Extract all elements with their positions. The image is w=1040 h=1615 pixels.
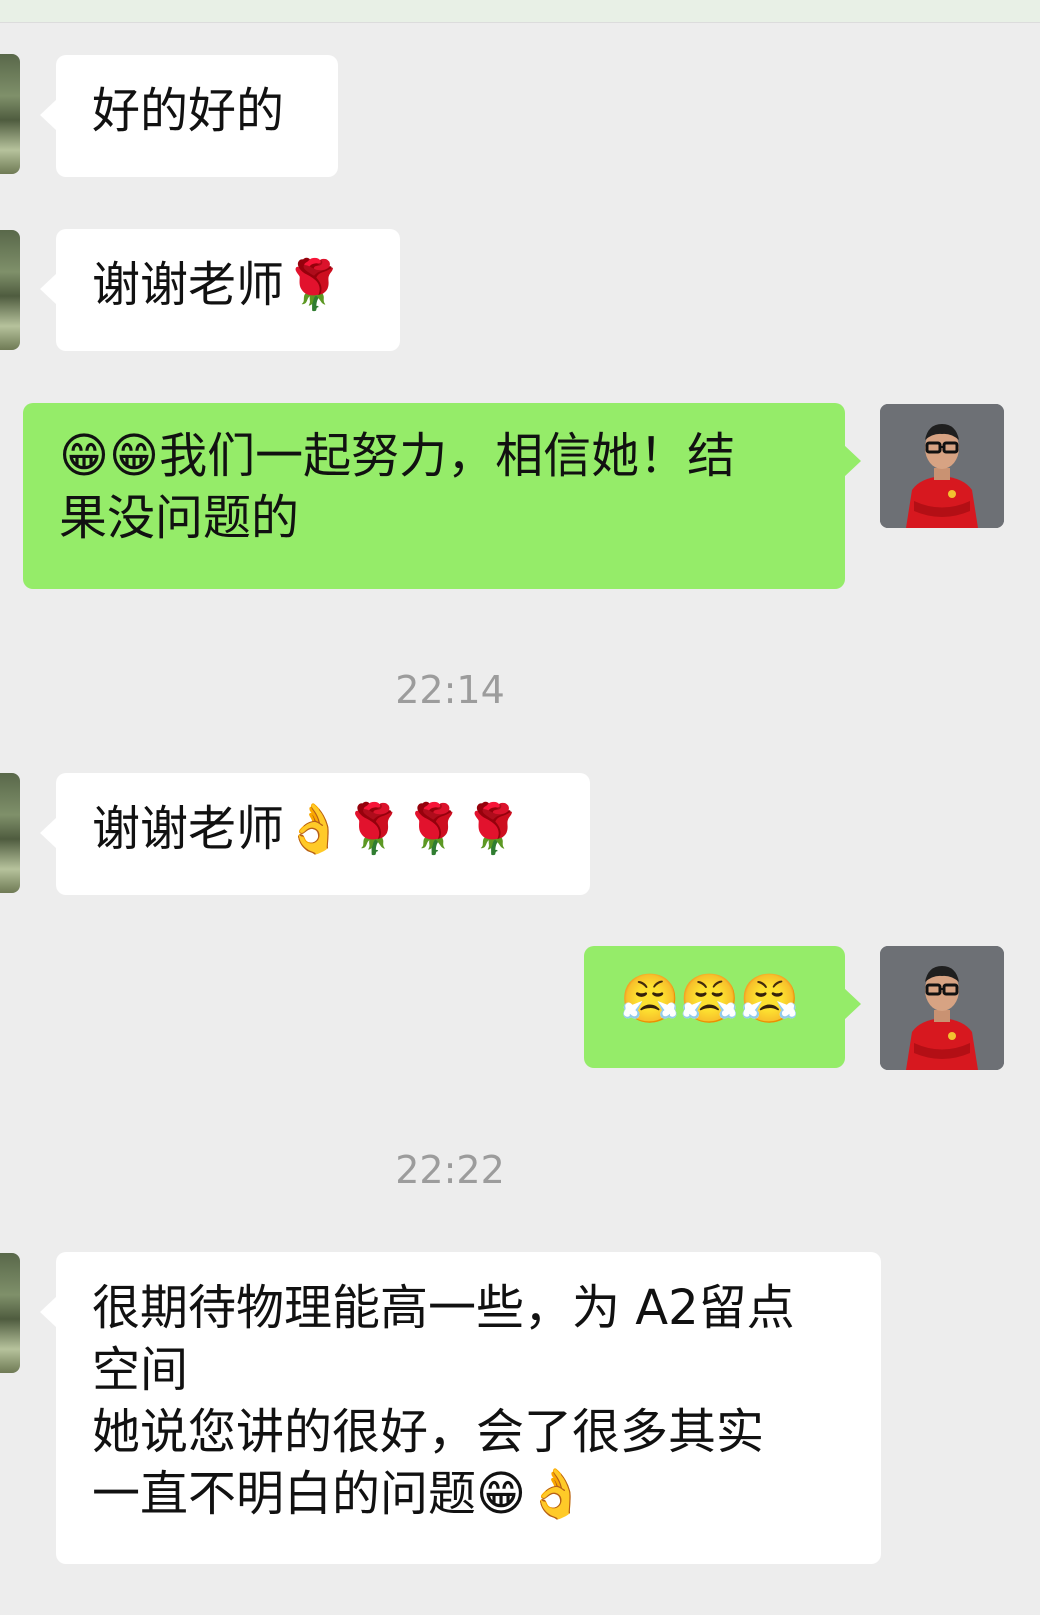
message-text-line: 果没问题的 <box>59 490 300 546</box>
incoming-message-bubble[interactable]: 很期待物理能高一些，为 A2留点 空间 她说您讲的很好，会了很多其实 一直不明白… <box>40 1252 881 1564</box>
contact-avatar[interactable] <box>0 54 20 174</box>
person-avatar-icon <box>880 946 1004 1070</box>
my-avatar[interactable] <box>880 946 1004 1070</box>
incoming-message-bubble[interactable]: 谢谢老师👌🌹🌹🌹 <box>40 773 590 895</box>
contact-avatar[interactable] <box>0 1253 20 1373</box>
message-text: 好的好的 <box>92 83 285 139</box>
message-timestamp: 22:14 <box>395 668 505 712</box>
outgoing-message-bubble[interactable]: 😁😁我们一起努力，相信她！结 果没问题的 <box>23 403 861 589</box>
message-text: 谢谢老师🌹 <box>92 257 344 313</box>
incoming-message-bubble[interactable]: 好的好的 <box>40 55 338 177</box>
my-avatar[interactable] <box>880 404 1004 528</box>
message-text-line: 一直不明白的问题😁👌 <box>92 1466 586 1522</box>
message-text-line: 😁😁我们一起努力，相信她！结 <box>59 428 736 484</box>
message-text-line: 她说您讲的很好，会了很多其实 <box>92 1404 765 1460</box>
outgoing-message-bubble[interactable]: 😤😤😤 <box>584 946 861 1068</box>
message-text: 谢谢老师👌🌹🌹🌹 <box>92 801 524 857</box>
message-text: 😤😤😤 <box>620 971 800 1027</box>
top-strip <box>0 0 1040 23</box>
message-text-line: 空间 <box>92 1342 189 1398</box>
person-avatar-icon <box>880 404 1004 528</box>
incoming-message-bubble[interactable]: 谢谢老师🌹 <box>40 229 400 351</box>
message-text-line: 很期待物理能高一些，为 A2留点 <box>92 1280 795 1336</box>
contact-avatar[interactable] <box>0 230 20 350</box>
contact-avatar[interactable] <box>0 773 20 893</box>
message-timestamp: 22:22 <box>395 1148 505 1192</box>
